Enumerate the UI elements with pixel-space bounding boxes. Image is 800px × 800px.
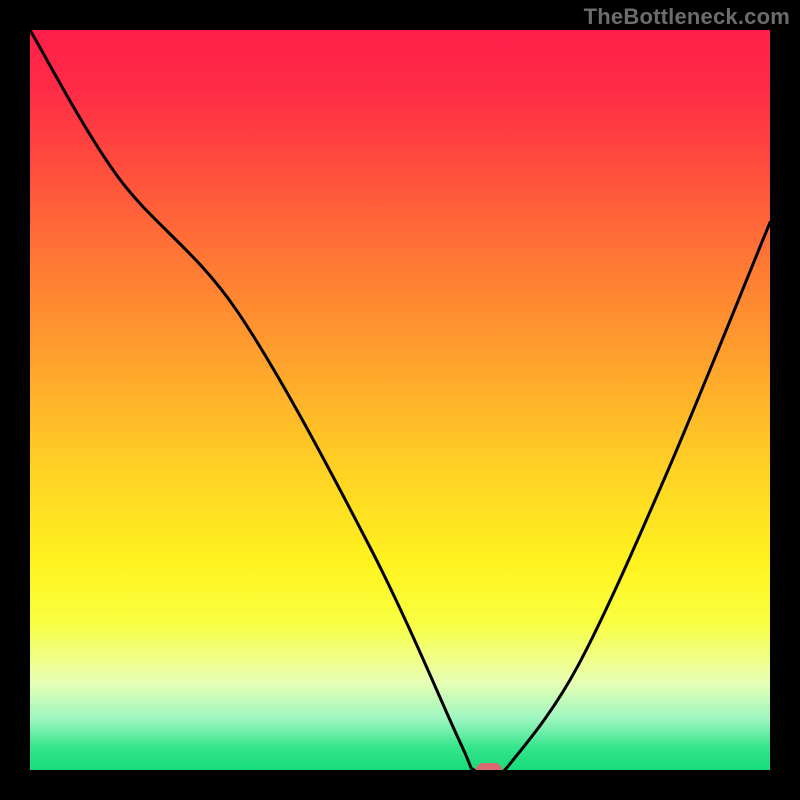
watermark-text: TheBottleneck.com xyxy=(584,4,790,30)
plot-area xyxy=(30,30,770,770)
curve-path xyxy=(30,30,770,770)
chart-frame: TheBottleneck.com xyxy=(0,0,800,800)
bottleneck-curve xyxy=(30,30,770,770)
optimal-point-marker xyxy=(476,763,502,770)
